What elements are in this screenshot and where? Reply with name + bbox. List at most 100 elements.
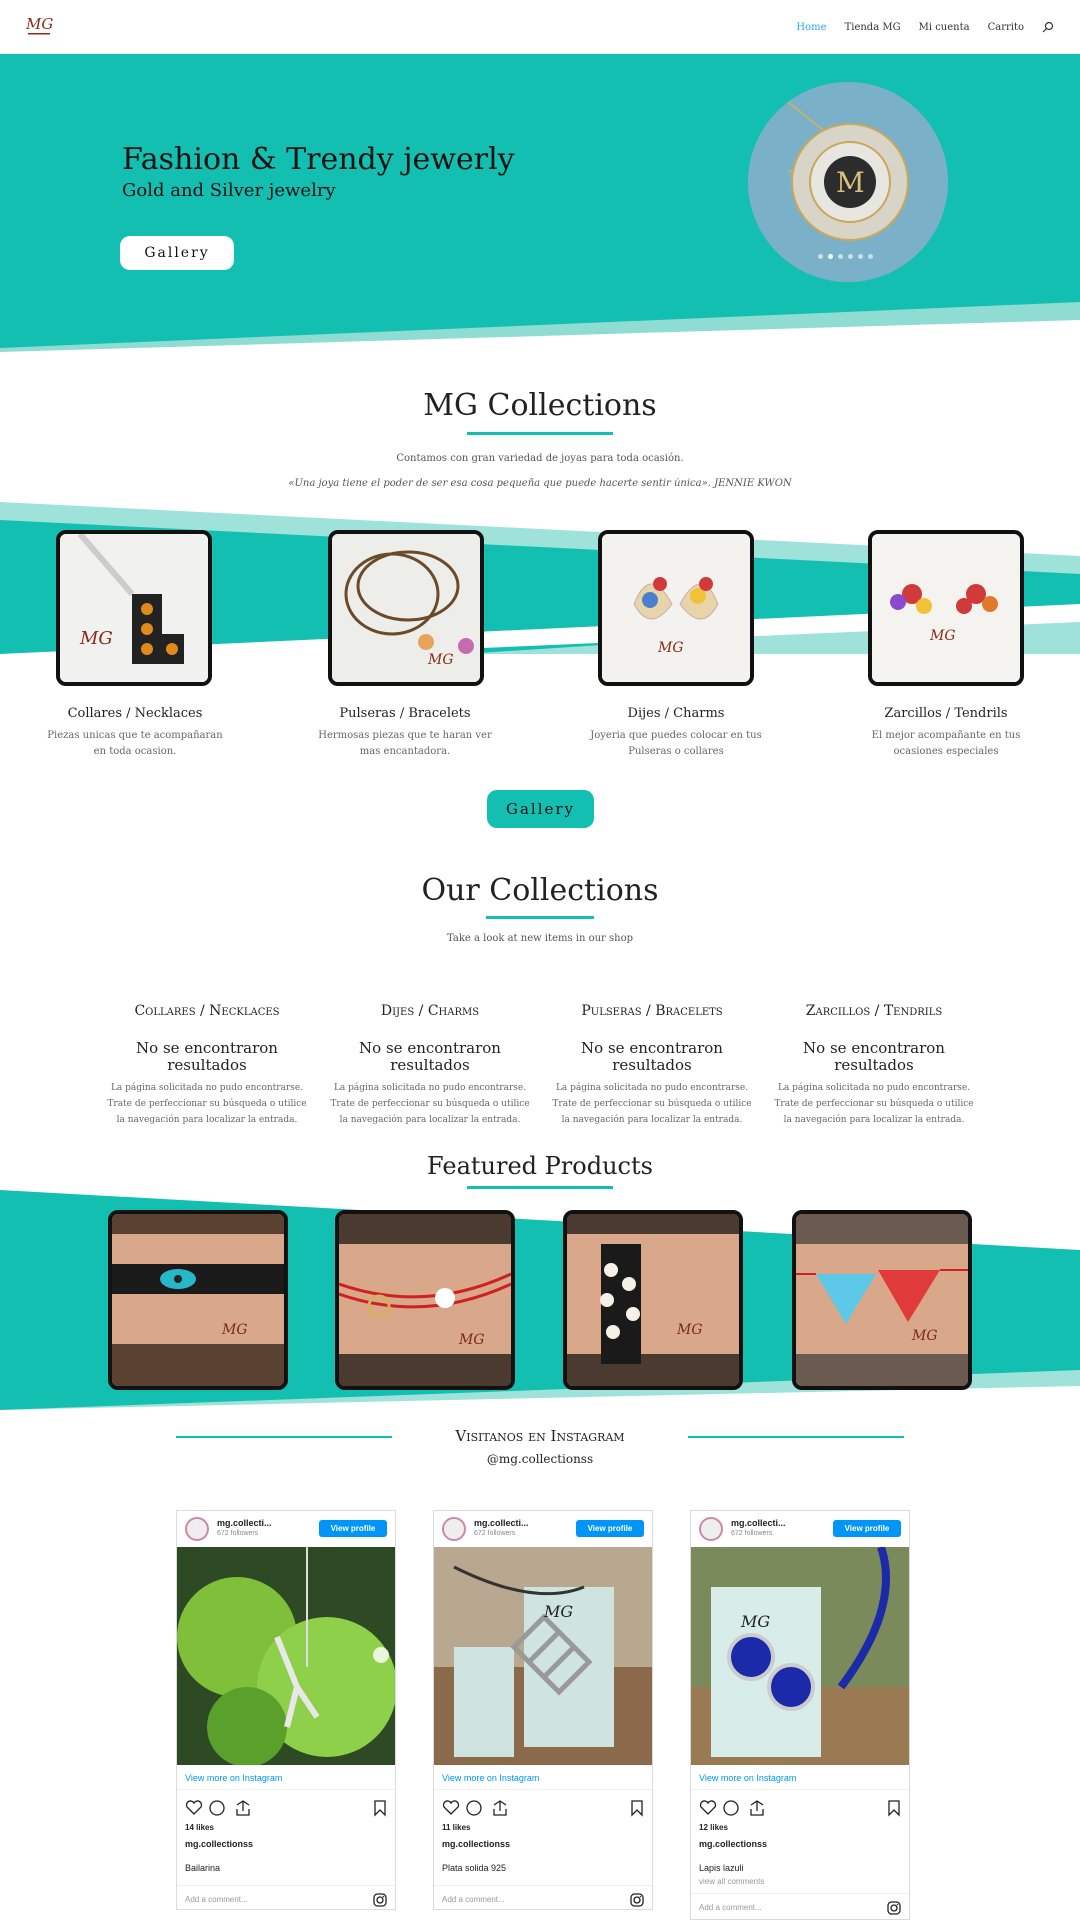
- avatar[interactable]: [442, 1517, 466, 1541]
- view-profile-button[interactable]: View profile: [833, 1520, 901, 1537]
- instagram-icon[interactable]: [373, 1893, 387, 1907]
- svg-text:MG: MG: [221, 1322, 248, 1338]
- post-photo[interactable]: MG: [691, 1547, 909, 1765]
- avatar[interactable]: [185, 1517, 209, 1541]
- title-underline: [467, 1186, 613, 1189]
- divider: [691, 1789, 909, 1790]
- share-icon: [236, 1800, 250, 1816]
- instagram-post: mg.collecti... 672 followers View profil…: [176, 1510, 396, 1910]
- category-image-bracelets[interactable]: MG: [328, 530, 484, 686]
- divider: [177, 1789, 395, 1790]
- heart-icon: [699, 1800, 717, 1815]
- hero-wave-divider: [0, 302, 1080, 356]
- slider-dot[interactable]: [838, 254, 843, 259]
- category-desc: Joyeria que puedes colocar en tus Pulser…: [590, 730, 762, 757]
- post-caption: Plata solida 925: [442, 1863, 507, 1873]
- svg-text:M: M: [836, 166, 865, 199]
- slider-dot[interactable]: [848, 254, 853, 259]
- search-icon[interactable]: [1042, 21, 1054, 33]
- post-username[interactable]: mg.collecti...: [217, 1518, 272, 1528]
- add-comment-input[interactable]: Add a comment...: [185, 1895, 248, 1904]
- heart-icon: [185, 1800, 203, 1815]
- nav-tienda[interactable]: Tienda MG: [845, 22, 901, 33]
- instagram-post: mg.collecti... 672 followers View profil…: [433, 1510, 653, 1910]
- post-followers: 672 followers: [217, 1530, 259, 1537]
- view-more-link[interactable]: View more on Instagram: [442, 1773, 539, 1783]
- no-results-text: La página solicitada no pudo encontrarse…: [774, 1083, 974, 1125]
- site-header: MG Home Tienda MG Mi cuenta Carrito: [0, 0, 1080, 54]
- comment-icon: [209, 1800, 225, 1816]
- instagram-handle[interactable]: @mg.collectionss: [0, 1452, 1080, 1466]
- instagram-icon[interactable]: [630, 1893, 644, 1907]
- category-title: Collares / Necklaces: [67, 706, 203, 721]
- post-likes: 12 likes: [699, 1823, 728, 1832]
- svg-text:MG: MG: [25, 15, 53, 33]
- add-comment-input[interactable]: Add a comment...: [442, 1895, 505, 1904]
- post-photo[interactable]: MG: [434, 1547, 652, 1765]
- post-owner[interactable]: mg.collectionss: [699, 1839, 767, 1849]
- collection-heading: Dijes / Charms: [380, 1003, 480, 1019]
- nav-mi-cuenta[interactable]: Mi cuenta: [919, 22, 970, 33]
- svg-text:MG: MG: [427, 652, 454, 668]
- post-photo[interactable]: [177, 1547, 395, 1765]
- product-image[interactable]: MG: [792, 1210, 972, 1390]
- post-username[interactable]: mg.collecti...: [731, 1518, 786, 1528]
- svg-text:MG: MG: [458, 1332, 485, 1348]
- hero-title: Fashion & Trendy jewerly: [122, 142, 515, 177]
- category-title: Dijes / Charms: [627, 706, 725, 721]
- no-results-heading: No se encontraron resultados: [803, 1039, 945, 1074]
- share-icon: [493, 1800, 507, 1816]
- view-more-link[interactable]: View more on Instagram: [699, 1773, 796, 1783]
- post-username[interactable]: mg.collecti...: [474, 1518, 529, 1528]
- svg-text:MG: MG: [543, 1602, 573, 1621]
- product-image[interactable]: MG: [108, 1210, 288, 1390]
- nav-carrito[interactable]: Carrito: [988, 22, 1024, 33]
- post-owner[interactable]: mg.collectionss: [185, 1839, 253, 1849]
- share-icon: [750, 1800, 764, 1816]
- category-desc: Piezas unicas que te acompañaran en toda…: [47, 730, 223, 757]
- post-owner[interactable]: mg.collectionss: [442, 1839, 510, 1849]
- category-image-necklaces[interactable]: MG: [56, 530, 212, 686]
- view-more-link[interactable]: View more on Instagram: [185, 1773, 282, 1783]
- nav-home[interactable]: Home: [796, 22, 826, 33]
- add-comment-input[interactable]: Add a comment...: [699, 1903, 762, 1912]
- product-image[interactable]: MG: [335, 1210, 515, 1390]
- slider-dot[interactable]: [858, 254, 863, 259]
- our-collections-title: Our Collections: [421, 873, 659, 908]
- comment-icon: [723, 1800, 739, 1816]
- post-action-icons: [442, 1800, 643, 1817]
- svg-text:MG: MG: [929, 628, 956, 644]
- instagram-icon[interactable]: [887, 1901, 901, 1915]
- post-action-icons: [185, 1800, 386, 1817]
- hero-subtitle: Gold and Silver jewelry: [122, 180, 336, 201]
- avatar[interactable]: [699, 1517, 723, 1541]
- slider-dot[interactable]: [868, 254, 873, 259]
- divider: [177, 1885, 395, 1886]
- view-profile-button[interactable]: View profile: [319, 1520, 387, 1537]
- slider-dot-active[interactable]: [828, 254, 833, 259]
- view-profile-button[interactable]: View profile: [576, 1520, 644, 1537]
- post-followers: 672 followers: [474, 1530, 516, 1537]
- category-title: Pulseras / Bracelets: [339, 706, 471, 721]
- slider-dot[interactable]: [818, 254, 823, 259]
- collection-heading: Pulseras / Bracelets: [581, 1003, 723, 1019]
- title-underline: [486, 916, 594, 919]
- mg-logo[interactable]: MG: [24, 12, 54, 38]
- divider: [434, 1885, 652, 1886]
- category-image-charms[interactable]: MG: [598, 530, 754, 686]
- svg-text:MG: MG: [911, 1328, 938, 1344]
- hero-gallery-button[interactable]: Gallery: [120, 236, 234, 270]
- post-likes: 11 likes: [442, 1823, 471, 1832]
- no-results-heading: No se encontraron resultados: [136, 1039, 278, 1074]
- hero-slider: Fashion & Trendy jewerly Gold and Silver…: [0, 54, 1080, 356]
- view-all-comments-link[interactable]: view all comments: [699, 1877, 764, 1886]
- category-desc: El mejor acompañante en tus ocasiones es…: [871, 730, 1021, 757]
- product-image[interactable]: MG: [563, 1210, 743, 1390]
- instagram-post: mg.collecti... 672 followers View profil…: [690, 1510, 910, 1920]
- collection-heading: Collares / Necklaces: [134, 1003, 280, 1019]
- category-image-tendrils[interactable]: MG: [868, 530, 1024, 686]
- bookmark-icon: [631, 1800, 643, 1817]
- svg-text:MG: MG: [676, 1322, 703, 1338]
- gallery-button[interactable]: Gallery: [487, 790, 594, 828]
- collection-heading: Zarcillos / Tendrils: [805, 1003, 943, 1019]
